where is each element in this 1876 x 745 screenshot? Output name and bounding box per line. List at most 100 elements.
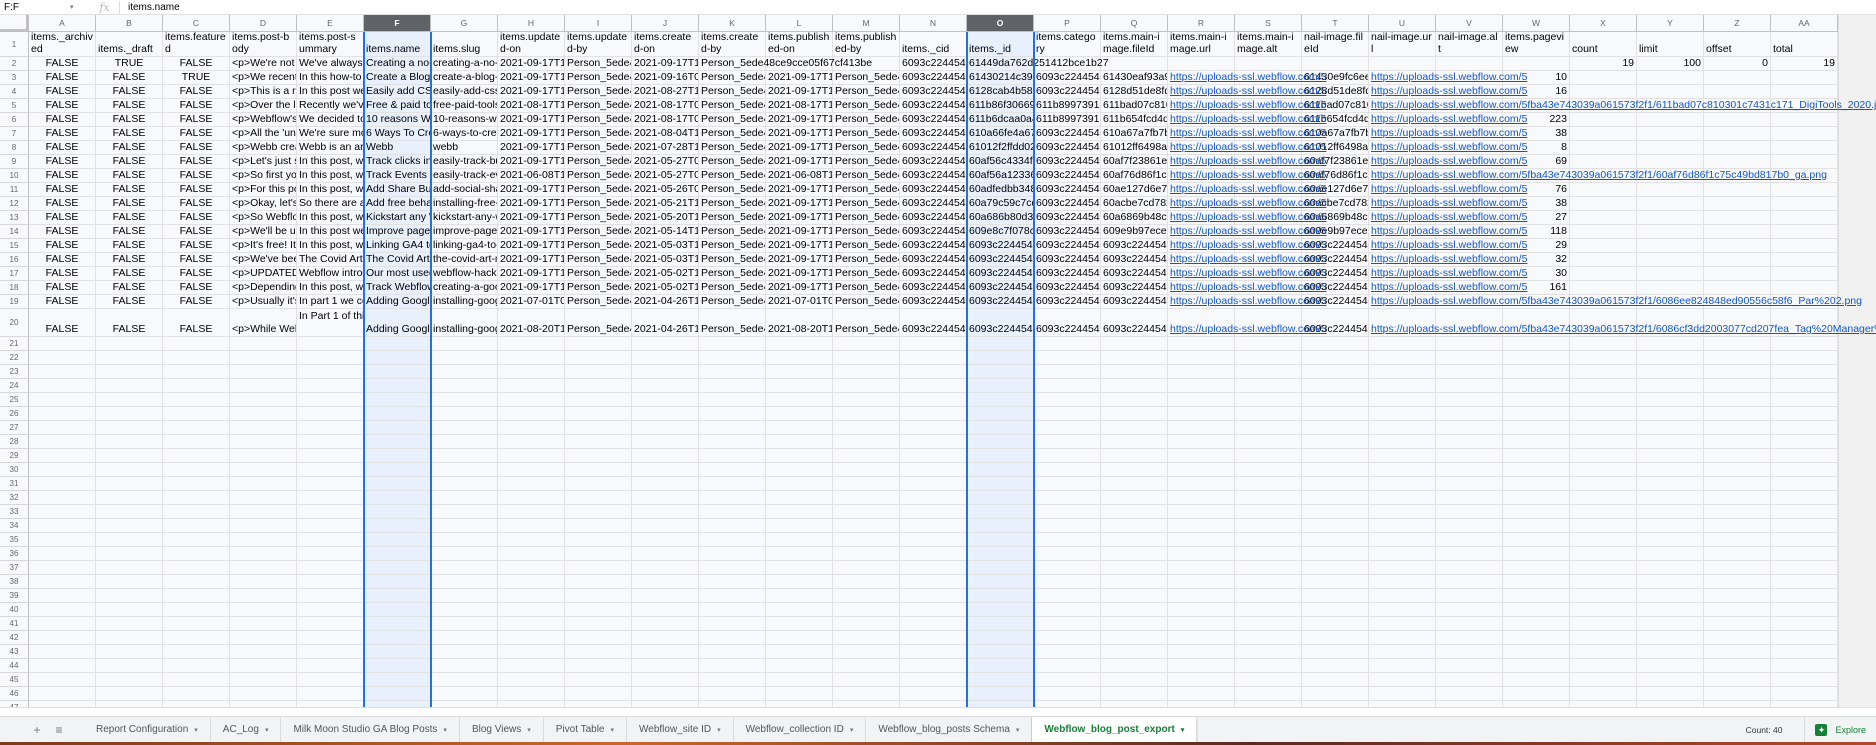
cell[interactable] [565,673,632,687]
header-cell[interactable]: items._archived [29,32,96,57]
cell[interactable] [699,379,766,393]
cell[interactable]: 60a79c59c7cd4 [967,197,1034,211]
column-header-v[interactable]: V [1436,15,1503,32]
cell[interactable]: Webflow introdu [297,267,364,281]
cell[interactable] [1503,491,1570,505]
cell[interactable] [1302,337,1369,351]
cell[interactable] [29,463,96,477]
cell[interactable] [163,533,230,547]
header-cell[interactable]: items.published-on [766,32,833,57]
cell[interactable] [498,463,565,477]
header-cell[interactable]: items.thumbnail-image.url [1369,32,1436,57]
cell[interactable] [632,435,699,449]
cell[interactable]: Linking GA4 to E [364,239,431,253]
cell[interactable] [766,547,833,561]
cell[interactable] [766,505,833,519]
cell[interactable] [1101,379,1168,393]
header-cell[interactable]: items.created-by [699,32,766,57]
cell[interactable] [1704,589,1771,603]
cell-link[interactable]: https://uploads-ssl.webflow.com/5 [1170,71,1326,83]
cell[interactable] [297,603,364,617]
cell[interactable] [1570,533,1637,547]
cell[interactable]: 6093c22445484 [967,295,1034,309]
cell[interactable] [1369,337,1436,351]
row-header[interactable]: 25 [0,393,29,407]
cell[interactable] [1436,365,1503,379]
column-header-s[interactable]: S [1235,15,1302,32]
cell[interactable] [833,407,900,421]
cell[interactable] [163,337,230,351]
cell[interactable] [565,435,632,449]
header-cell[interactable]: offset [1704,32,1771,57]
cell[interactable]: 2021-09-17T13: [766,113,833,127]
cell[interactable] [1101,687,1168,701]
row-header[interactable]: 12 [0,197,29,211]
cell[interactable] [297,491,364,505]
cell[interactable] [1637,463,1704,477]
cell[interactable] [1637,673,1704,687]
cell[interactable] [498,561,565,575]
column-header-f[interactable]: F [364,15,431,32]
cell[interactable] [1704,575,1771,589]
name-box-dropdown-icon[interactable]: ▾ [70,3,90,11]
cell[interactable] [1570,197,1637,211]
cell[interactable] [1034,687,1101,701]
cell[interactable] [1101,351,1168,365]
cell[interactable]: <p>We've been [230,253,297,267]
column-header-z[interactable]: Z [1704,15,1771,32]
cell[interactable] [699,533,766,547]
cell[interactable]: FALSE [96,141,163,155]
cell[interactable] [766,435,833,449]
cell[interactable] [431,547,498,561]
row-header[interactable]: 39 [0,589,29,603]
horizontal-scrollbar[interactable] [0,707,1876,716]
cell[interactable]: Person_5ede48 [565,295,632,309]
cell[interactable] [297,617,364,631]
cell[interactable] [1637,155,1704,169]
cell[interactable] [1503,617,1570,631]
column-header-m[interactable]: M [833,15,900,32]
cell[interactable] [1704,281,1771,295]
cell[interactable] [29,435,96,449]
cell[interactable] [431,575,498,589]
cell[interactable]: webflow-hack-se [431,267,498,281]
cell[interactable] [364,337,431,351]
cell[interactable]: https://uploads-ssl.webflow.com/5 [1369,197,1527,211]
header-cell[interactable]: items.updated-by [565,32,632,57]
cell[interactable]: FALSE [29,99,96,113]
cell[interactable]: 6093c22445484 [1034,239,1101,253]
cell[interactable]: 2021-09-16T08: [632,71,699,85]
cell[interactable] [1235,435,1302,449]
cell[interactable] [1637,113,1704,127]
row-header[interactable]: 15 [0,239,29,253]
cell[interactable] [230,603,297,617]
cell[interactable] [163,589,230,603]
cell[interactable] [833,589,900,603]
sheet-tab[interactable]: Blog Views ▾ [460,716,544,743]
cell[interactable] [297,589,364,603]
cell[interactable]: Person_5ede48 [833,155,900,169]
cell[interactable] [96,533,163,547]
cell[interactable] [1570,645,1637,659]
cell[interactable]: Person_5ede48 [699,309,766,337]
cell[interactable]: In this post, we'll [297,155,364,169]
cell[interactable] [1503,463,1570,477]
column-header-g[interactable]: G [431,15,498,32]
cell[interactable] [1235,603,1302,617]
cell[interactable] [967,491,1034,505]
cell[interactable]: FALSE [163,141,230,155]
row-header[interactable]: 28 [0,435,29,449]
cell[interactable] [967,687,1034,701]
cell[interactable] [699,659,766,673]
row-header[interactable]: 9 [0,155,29,169]
cell[interactable]: We're sure most [297,127,364,141]
cell[interactable] [1637,449,1704,463]
cell[interactable]: 2021-09-17T13: [766,71,833,85]
cell[interactable] [29,687,96,701]
sheet-tab-dropdown-icon[interactable]: ▾ [611,726,615,734]
cell[interactable]: 2021-08-20T10: [498,309,565,337]
cell-link[interactable]: https://uploads-ssl.webflow.com/5fba43e7… [1371,169,1827,181]
cell[interactable] [833,659,900,673]
cell[interactable]: FALSE [29,239,96,253]
cell[interactable] [1235,533,1302,547]
